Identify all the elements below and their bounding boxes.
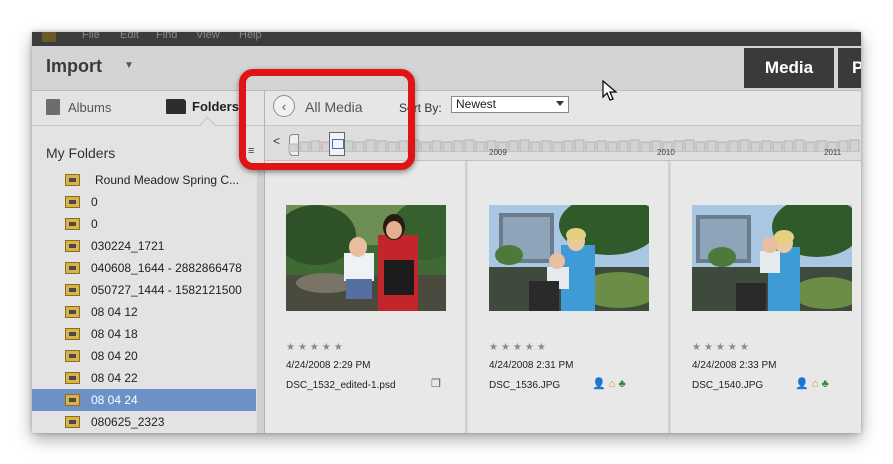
photo-badges: ❐	[431, 377, 441, 390]
folder-label: 050727_1444 - 1582121500	[91, 283, 242, 297]
tab-folders-label: Folders	[192, 99, 239, 114]
app-logo-icon	[42, 32, 56, 42]
media-thumbnail[interactable]: ★★★★★ 4/24/2008 2:33 PM DSC_1540.JPG 👤 ⌂…	[671, 161, 861, 433]
folder-item[interactable]: 050727_1444 - 1582121500	[32, 279, 256, 301]
folder-item[interactable]: 080625_2323	[32, 411, 256, 433]
folder-image-icon	[65, 284, 80, 296]
album-icon	[46, 99, 60, 115]
folder-label: 08 04 20	[91, 349, 138, 363]
folder-image-icon	[65, 328, 80, 340]
rating-stars[interactable]: ★★★★★	[692, 342, 752, 353]
folder-item[interactable]: Round Meadow Spring C...	[32, 169, 256, 191]
folder-image-icon	[65, 240, 80, 252]
folder-image-icon	[65, 218, 80, 230]
tab-folders[interactable]: Folders	[166, 99, 239, 114]
menu-find[interactable]: Find	[156, 32, 177, 41]
menu-view[interactable]: View	[196, 32, 220, 41]
folder-list: Round Meadow Spring C... 0 0 030224_1721…	[32, 169, 256, 433]
mouse-cursor-icon	[602, 80, 618, 101]
menu-file[interactable]: File	[82, 32, 100, 41]
folder-label: 08 04 12	[91, 305, 138, 319]
rating-stars[interactable]: ★★★★★	[489, 342, 549, 353]
folder-item[interactable]: 0	[32, 191, 256, 213]
person-icon[interactable]: 👤	[592, 378, 606, 390]
photo-date: 4/24/2008 2:33 PM	[692, 360, 777, 371]
photo-filename: DSC_1532_edited-1.psd	[286, 380, 396, 391]
sort-value: Newest	[456, 97, 497, 111]
highlight-callout	[239, 69, 415, 170]
palm-icon[interactable]: ♣	[821, 378, 828, 390]
timeline-year-label: 2011	[824, 148, 842, 157]
folder-image-icon	[65, 416, 80, 428]
folder-label: 0	[91, 217, 98, 231]
media-grid: ★★★★★ 4/24/2008 2:29 PM DSC_1532_edited-…	[265, 161, 861, 433]
folder-label: 080625_2323	[91, 415, 165, 429]
folder-item-selected[interactable]: 08 04 24	[32, 389, 256, 411]
section-title: My Folders	[46, 145, 116, 161]
folder-label: 08 04 24	[91, 393, 138, 407]
photo-thumbnail[interactable]	[286, 205, 446, 311]
menu-bar: File Edit Find View Help	[32, 32, 861, 46]
chevron-down-icon[interactable]: ▼	[124, 60, 134, 71]
folder-item[interactable]: 030224_1721	[32, 235, 256, 257]
header-bar: Import ▼ Media P	[32, 46, 861, 91]
sort-select[interactable]: Newest	[451, 96, 569, 113]
folder-label: 030224_1721	[91, 239, 165, 253]
import-button[interactable]: Import	[46, 56, 102, 77]
folder-image-icon	[65, 262, 80, 274]
folder-icon	[166, 99, 186, 114]
timeline-year-label: 2009	[489, 148, 507, 157]
photo-badges: 👤 ⌂ ♣	[795, 377, 829, 390]
folder-label: 040608_1644 - 2882866478	[91, 261, 242, 275]
folder-item[interactable]: 08 04 18	[32, 323, 256, 345]
media-thumbnail[interactable]: ★★★★★ 4/24/2008 2:29 PM DSC_1532_edited-…	[265, 161, 467, 433]
menu-help[interactable]: Help	[239, 32, 262, 41]
organizer-window: File Edit Find View Help Import ▼ Media …	[32, 32, 861, 433]
folder-item[interactable]: 040608_1644 - 2882866478	[32, 257, 256, 279]
folder-image-icon	[65, 394, 80, 406]
folder-item[interactable]: 08 04 20	[32, 345, 256, 367]
sidebar-tabs: Albums Folders	[32, 91, 264, 133]
tab-albums[interactable]: Albums	[46, 99, 111, 115]
folder-label: 0	[91, 195, 98, 209]
media-thumbnail[interactable]: ★★★★★ 4/24/2008 2:31 PM DSC_1536.JPG 👤 ⌂…	[468, 161, 670, 433]
photo-badges: 👤 ⌂ ♣	[592, 377, 626, 390]
chevron-down-icon	[556, 101, 564, 106]
timeline-year-label: 2010	[657, 148, 675, 157]
photo-image	[489, 205, 649, 311]
folder-image-icon	[65, 174, 80, 186]
media-tab[interactable]: Media	[744, 48, 834, 88]
folder-image-icon	[65, 196, 80, 208]
sidebar: Albums Folders My Folders Round Meadow S…	[32, 91, 265, 433]
folder-image-icon	[65, 350, 80, 362]
photo-filename: DSC_1540.JPG	[692, 380, 764, 391]
photo-thumbnail[interactable]	[692, 205, 852, 311]
photo-thumbnail[interactable]	[489, 205, 649, 311]
photo-image	[286, 205, 446, 311]
photo-date: 4/24/2008 2:31 PM	[489, 360, 574, 371]
palm-icon[interactable]: ♣	[618, 378, 625, 390]
sidebar-scrollbar[interactable]	[257, 169, 264, 433]
folder-image-icon	[65, 306, 80, 318]
folder-item[interactable]: 08 04 12	[32, 301, 256, 323]
house-icon[interactable]: ⌂	[812, 378, 819, 390]
folder-label: Round Meadow Spring C...	[95, 173, 240, 187]
photo-image	[692, 205, 852, 311]
folder-item[interactable]: 0	[32, 213, 256, 235]
tab-indicator	[199, 116, 216, 133]
version-set-icon[interactable]: ❐	[431, 378, 441, 390]
rating-stars[interactable]: ★★★★★	[286, 342, 346, 353]
tab-albums-label: Albums	[68, 100, 112, 115]
next-tab[interactable]: P	[838, 48, 861, 88]
menu-edit[interactable]: Edit	[120, 32, 139, 41]
person-icon[interactable]: 👤	[795, 378, 809, 390]
photo-filename: DSC_1536.JPG	[489, 380, 561, 391]
folder-image-icon	[65, 372, 80, 384]
folder-item[interactable]: 08 04 22	[32, 367, 256, 389]
house-icon[interactable]: ⌂	[609, 378, 616, 390]
folder-label: 08 04 22	[91, 371, 138, 385]
photo-date: 4/24/2008 2:29 PM	[286, 360, 371, 371]
folder-label: 08 04 18	[91, 327, 138, 341]
